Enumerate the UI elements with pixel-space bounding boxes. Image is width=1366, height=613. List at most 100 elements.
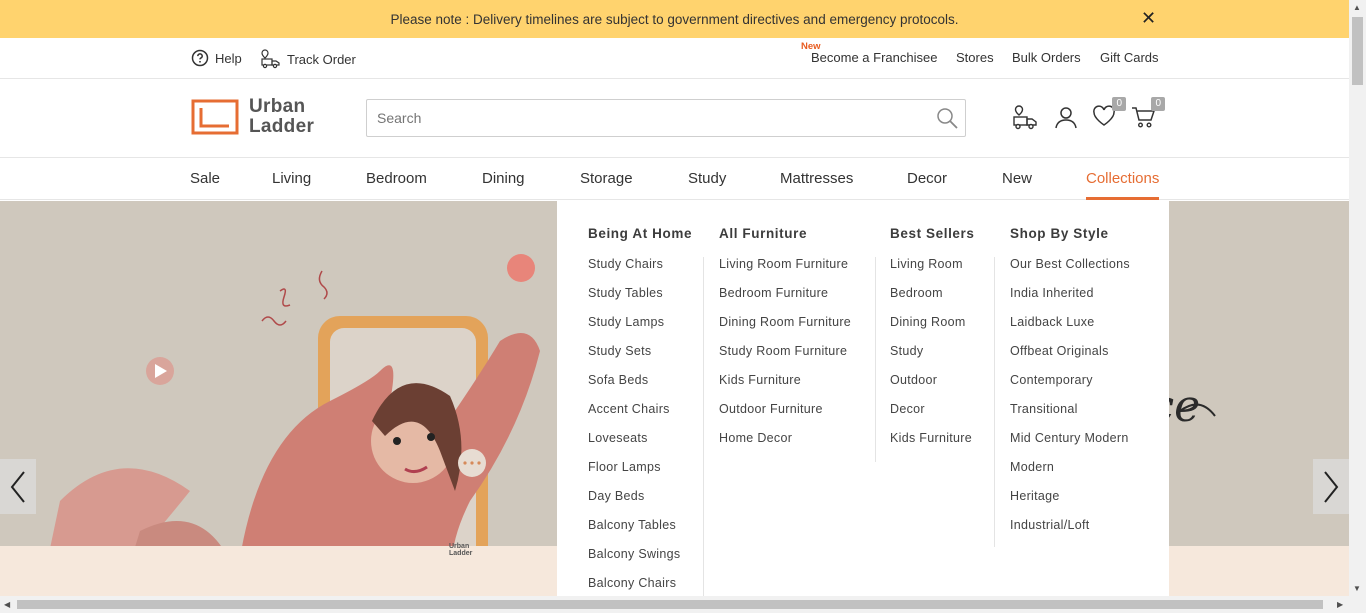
wishlist-count-badge: 0	[1112, 97, 1126, 111]
nav-active-indicator	[1086, 197, 1159, 200]
menu-item[interactable]: Modern	[1010, 459, 1130, 488]
help-label: Help	[215, 50, 242, 66]
phone-logo: Urban Ladder	[449, 543, 473, 557]
truck-location-icon	[261, 49, 280, 69]
header: Urban Ladder 0 0	[0, 79, 1349, 158]
search-box	[366, 99, 966, 137]
vertical-scroll-thumb[interactable]	[1352, 17, 1363, 85]
stores-link[interactable]: Stores	[956, 50, 994, 65]
menu-item[interactable]: Home Decor	[719, 430, 851, 459]
horizontal-scroll-thumb[interactable]	[17, 600, 1323, 609]
menu-item[interactable]: Study Sets	[588, 343, 692, 372]
menu-item[interactable]: Our Best Collections	[1010, 256, 1130, 285]
scroll-down-icon[interactable]: ▼	[1353, 584, 1361, 593]
menu-item[interactable]: Contemporary	[1010, 372, 1130, 401]
menu-item[interactable]: Study Tables	[588, 285, 692, 314]
scroll-right-icon[interactable]: ▶	[1337, 600, 1343, 609]
menu-item[interactable]: Offbeat Originals	[1010, 343, 1130, 372]
nav-living[interactable]: Living	[272, 170, 311, 187]
menu-item[interactable]: Mid Century Modern	[1010, 430, 1130, 459]
carousel-prev-arrow[interactable]	[0, 459, 36, 514]
help-link[interactable]: Help	[191, 49, 242, 67]
menu-item[interactable]: Balcony Chairs	[588, 575, 692, 596]
menu-item[interactable]: Living Room Furniture	[719, 256, 851, 285]
track-order-label: Track Order	[287, 51, 356, 67]
carousel-next-arrow[interactable]	[1313, 459, 1349, 514]
nav-decor[interactable]: Decor	[907, 170, 947, 187]
delivery-truck-icon[interactable]	[1012, 105, 1038, 136]
menu-item[interactable]: Decor	[890, 401, 975, 430]
notice-text: Please note : Delivery timelines are sub…	[390, 11, 959, 27]
main-nav: Sale Living Bedroom Dining Storage Study…	[0, 158, 1349, 200]
wishlist-icon[interactable]: 0	[1092, 97, 1126, 132]
menu-item[interactable]: Laidback Luxe	[1010, 314, 1130, 343]
nav-dining[interactable]: Dining	[482, 170, 525, 187]
menu-item[interactable]: Dining Room Furniture	[719, 314, 851, 343]
notice-bar: Please note : Delivery timelines are sub…	[0, 0, 1349, 38]
vertical-scrollbar[interactable]: ▲ ▼	[1349, 0, 1366, 596]
nav-collections[interactable]: Collections	[1086, 170, 1159, 187]
menu-column-title: All Furniture	[719, 226, 808, 241]
menu-item[interactable]: Study	[890, 343, 975, 372]
menu-item[interactable]: Dining Room	[890, 314, 975, 343]
franchisee-link[interactable]: Become a Franchisee	[811, 50, 937, 65]
chevron-right-icon	[1324, 470, 1339, 503]
cart-icon[interactable]: 0	[1131, 97, 1165, 134]
nav-study[interactable]: Study	[688, 170, 726, 187]
menu-item[interactable]: Industrial/Loft	[1010, 517, 1130, 546]
menu-item[interactable]: India Inherited	[1010, 285, 1130, 314]
menu-item[interactable]: Sofa Beds	[588, 372, 692, 401]
scroll-left-icon[interactable]: ◀	[4, 600, 10, 609]
menu-item[interactable]: Bedroom Furniture	[719, 285, 851, 314]
menu-item[interactable]: Outdoor Furniture	[719, 401, 851, 430]
menu-item[interactable]: Accent Chairs	[588, 401, 692, 430]
menu-divider	[875, 257, 876, 462]
menu-item[interactable]: Outdoor	[890, 372, 975, 401]
collections-mega-menu: Being At Home Study Chairs Study Tables …	[557, 201, 1169, 596]
nav-new[interactable]: New	[1002, 170, 1032, 187]
horizontal-scrollbar[interactable]: ◀ ▶	[0, 596, 1366, 613]
menu-item[interactable]: Study Lamps	[588, 314, 692, 343]
menu-item[interactable]: Heritage	[1010, 488, 1130, 517]
menu-item[interactable]: Transitional	[1010, 401, 1130, 430]
close-icon[interactable]: ✕	[1141, 9, 1156, 27]
chevron-left-icon	[10, 470, 25, 503]
bulk-orders-link[interactable]: Bulk Orders	[1012, 50, 1081, 65]
menu-divider	[703, 257, 704, 596]
menu-item[interactable]: Kids Furniture	[719, 372, 851, 401]
menu-divider	[994, 257, 995, 547]
search-input[interactable]	[367, 100, 917, 136]
logo-mark-icon	[191, 99, 239, 135]
track-order-link[interactable]: Track Order	[260, 49, 356, 69]
menu-item[interactable]: Study Chairs	[588, 256, 692, 285]
search-icon[interactable]	[935, 106, 959, 135]
nav-bedroom[interactable]: Bedroom	[366, 170, 427, 187]
menu-item[interactable]: Floor Lamps	[588, 459, 692, 488]
menu-item[interactable]: Bedroom	[890, 285, 975, 314]
scroll-up-icon[interactable]: ▲	[1353, 3, 1361, 12]
menu-item[interactable]: Living Room	[890, 256, 975, 285]
logo[interactable]: Urban Ladder	[191, 97, 314, 137]
menu-column-title: Being At Home	[588, 226, 693, 241]
menu-item[interactable]: Day Beds	[588, 488, 692, 517]
menu-item[interactable]: Study Room Furniture	[719, 343, 851, 372]
utility-bar: Help Track Order New Become a Franchisee…	[0, 38, 1349, 79]
logo-text: Urban Ladder	[249, 96, 315, 137]
menu-column-title: Shop By Style	[1010, 226, 1109, 241]
user-icon[interactable]	[1054, 105, 1078, 134]
menu-column-best-sellers: Best Sellers Living Room Bedroom Dining …	[890, 226, 975, 459]
menu-item[interactable]: Balcony Swings	[588, 546, 692, 575]
menu-column-shop-by-style: Shop By Style Our Best Collections India…	[1010, 226, 1130, 546]
cart-count-badge: 0	[1151, 97, 1165, 111]
help-icon	[191, 49, 209, 67]
menu-item[interactable]: Kids Furniture	[890, 430, 975, 459]
menu-column-all-furniture: All Furniture Living Room Furniture Bedr…	[719, 226, 851, 459]
gift-cards-link[interactable]: Gift Cards	[1100, 50, 1159, 65]
menu-column-being-at-home: Being At Home Study Chairs Study Tables …	[588, 226, 692, 596]
menu-item[interactable]: Balcony Tables	[588, 517, 692, 546]
nav-storage[interactable]: Storage	[580, 170, 633, 187]
nav-sale[interactable]: Sale	[190, 170, 220, 187]
menu-column-title: Best Sellers	[890, 226, 975, 241]
menu-item[interactable]: Loveseats	[588, 430, 692, 459]
nav-mattresses[interactable]: Mattresses	[780, 170, 853, 187]
